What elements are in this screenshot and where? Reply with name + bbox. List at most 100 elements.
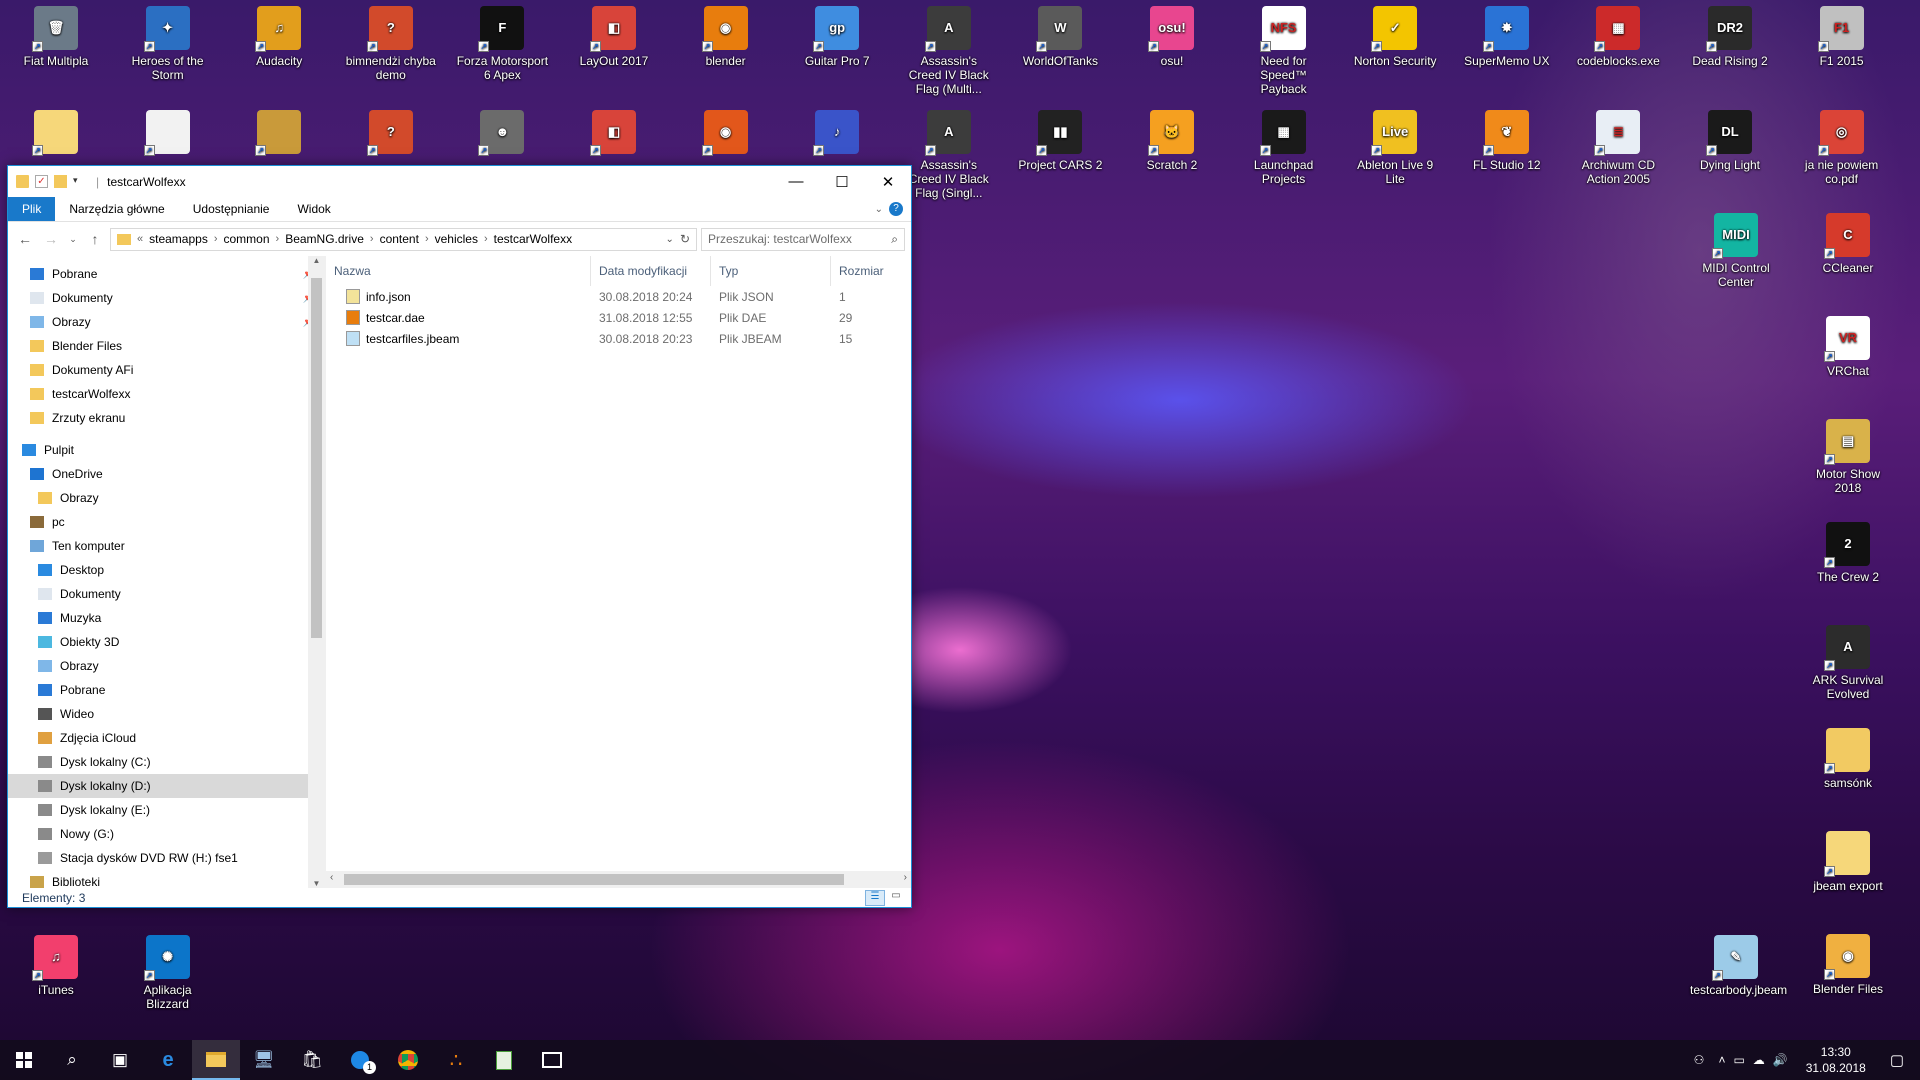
desktop-shortcut-scratch-2[interactable]: 🐱 ↗ Scratch 2 <box>1126 110 1218 172</box>
chevron-up-icon[interactable]: ˄ <box>1714 1053 1729 1067</box>
nav-item-dokumenty-afi[interactable]: Dokumenty AFi <box>8 358 325 382</box>
desktop-shortcut-project-cars-2[interactable]: ▮▮ ↗ Project CARS 2 <box>1014 110 1106 172</box>
desktop-shortcut-launchpad-projects[interactable]: ▦ ↗ Launchpad Projects <box>1238 110 1330 186</box>
file-row[interactable]: info.json 30.08.2018 20:24 Plik JSON 1 <box>326 286 911 307</box>
file-row[interactable]: testcarfiles.jbeam 30.08.2018 20:23 Plik J… <box>326 328 911 349</box>
nav-item-dysk-lokalny-e[interactable]: Dysk lokalny (E:) <box>8 798 325 822</box>
desktop-shortcut-blender-files[interactable]: ◉ ↗ Blender Files <box>1802 934 1894 996</box>
breadcrumb-steamapps[interactable]: steamapps <box>149 232 208 246</box>
scroll-down-icon[interactable]: ▼ <box>308 879 325 888</box>
file-explorer-window[interactable]: ✓ ▾ | testcarWolfexx — ☐ ✕ Plik Narzędzi… <box>7 165 912 908</box>
tab-file[interactable]: Plik <box>8 197 56 221</box>
task-view-button[interactable]: ▣ <box>96 1040 144 1080</box>
breadcrumb-content[interactable]: content <box>380 232 419 246</box>
horizontal-scrollbar[interactable]: ‹ › <box>326 871 911 888</box>
chevron-right-icon[interactable]: › <box>425 233 429 245</box>
desktop-shortcut-archiwum-cd-action-2005[interactable]: ≣ ↗ Archiwum CD Action 2005 <box>1572 110 1664 186</box>
refresh-icon[interactable]: ↻ <box>680 232 690 246</box>
nav-item-wideo[interactable]: Wideo <box>8 702 325 726</box>
maximize-button[interactable]: ☐ <box>819 166 865 197</box>
desktop-shortcut-ccleaner[interactable]: C ↗ CCleaner <box>1802 213 1894 275</box>
expand-ribbon-icon[interactable]: ⌄ <box>869 197 889 221</box>
desktop-shortcut-dead-rising-2[interactable]: DR2 ↗ Dead Rising 2 <box>1684 6 1776 68</box>
desktop-shortcut-item[interactable]: ↗ <box>10 110 102 158</box>
large-icons-view-icon[interactable]: ▭ <box>887 890 905 906</box>
desktop-shortcut-osu[interactable]: osu! ↗ osu! <box>1126 6 1218 68</box>
breadcrumb-testcarwolfexx[interactable]: testcarWolfexx <box>494 232 572 246</box>
scroll-right-icon[interactable]: › <box>904 872 907 883</box>
nav-item-blender-files[interactable]: Blender Files <box>8 334 325 358</box>
taskbar-file-explorer[interactable] <box>192 1040 240 1080</box>
nav-item-dokumenty[interactable]: Dokumenty📌 <box>8 286 325 310</box>
address-bar[interactable]: « steamapps › common › BeamNG.drive › conte… <box>110 227 697 251</box>
nav-item-stacja-dysk-w-dvd-rw-h-fse1[interactable]: Stacja dysków DVD RW (H:) fse1 <box>8 846 325 870</box>
nav-item-nowy-g[interactable]: Nowy (G:) <box>8 822 325 846</box>
minimize-button[interactable]: — <box>773 166 819 197</box>
desktop-shortcut-worldoftanks[interactable]: W ↗ WorldOfTanks <box>1014 6 1106 68</box>
desktop-shortcut-sams-nk[interactable]: ↗ samsónk <box>1802 728 1894 790</box>
nav-item-obrazy[interactable]: Obrazy📌 <box>8 310 325 334</box>
forward-button[interactable]: → <box>40 231 62 247</box>
nav-item-pc[interactable]: pc <box>8 510 325 534</box>
search-icon[interactable]: ⌕ <box>891 232 898 247</box>
desktop-shortcut-jbeam-export[interactable]: ↗ jbeam export <box>1802 831 1894 893</box>
desktop-shortcut-item[interactable]: ↗ <box>122 110 214 158</box>
desktop-shortcut-f1-2015[interactable]: F1 ↗ F1 2015 <box>1796 6 1888 68</box>
start-button[interactable] <box>0 1040 48 1080</box>
desktop-shortcut-midi-control-center[interactable]: MIDI ↗ MIDI Control Center <box>1690 213 1782 289</box>
desktop-shortcut-heroes-of-the-storm[interactable]: ✦ ↗ Heroes of the Storm <box>122 6 214 82</box>
desktop-shortcut-assassin-s-creed-iv-black-flag-multi[interactable]: A ↗ Assassin's Creed IV Black Flag (Multi.… <box>903 6 995 96</box>
desktop-shortcut-blender[interactable]: ◉ ↗ blender <box>680 6 772 68</box>
desktop-shortcut-fiat-multipla[interactable]: 🗑 ↗ Fiat Multipla <box>10 6 102 68</box>
file-list[interactable]: Nazwa Data modyfikacji Typ Rozmiar info.… <box>326 256 911 888</box>
desktop-shortcut-fl-studio-12[interactable]: ❦ ↗ FL Studio 12 <box>1461 110 1553 172</box>
clock[interactable]: 13:30 31.08.2018 <box>1792 1044 1880 1076</box>
title-bar[interactable]: ✓ ▾ | testcarWolfexx — ☐ ✕ <box>8 166 911 197</box>
scroll-left-icon[interactable]: ‹ <box>330 872 333 883</box>
nav-item-dysk-lokalny-d[interactable]: Dysk lokalny (D:) <box>8 774 325 798</box>
desktop-shortcut-aplikacja-blizzard[interactable]: ✺ ↗ Aplikacja Blizzard <box>122 935 214 1011</box>
desktop-shortcut-item[interactable]: ? ↗ <box>345 110 437 158</box>
taskbar-messenger[interactable]: 1 <box>336 1040 384 1080</box>
desktop-shortcut-ja-nie-powiem-co-pdf[interactable]: ◎ ↗ ja nie powiem co.pdf <box>1796 110 1888 186</box>
search-box[interactable]: Przeszukaj: testcarWolfexx ⌕ <box>701 227 905 251</box>
desktop-shortcut-item[interactable]: ♪ ↗ <box>791 110 883 158</box>
desktop-shortcut-need-for-speed-payback[interactable]: NFS ↗ Need for Speed™ Payback <box>1238 6 1330 96</box>
nav-item-zrzuty-ekranu[interactable]: Zrzuty ekranu <box>8 406 325 430</box>
file-row[interactable]: testcar.dae 31.08.2018 12:55 Plik DAE 29 <box>326 307 911 328</box>
desktop-shortcut-assassin-s-creed-iv-black-flag-singl[interactable]: A ↗ Assassin's Creed IV Black Flag (Singl.… <box>903 110 995 200</box>
chevron-right-icon[interactable]: › <box>214 233 218 245</box>
breadcrumb-vehicles[interactable]: vehicles <box>435 232 478 246</box>
desktop-shortcut-audacity[interactable]: ♫ ↗ Audacity <box>233 6 325 68</box>
breadcrumb-overflow[interactable]: « <box>137 233 143 245</box>
new-folder-icon[interactable] <box>54 175 67 188</box>
desktop-shortcut-layout-2017[interactable]: ◧ ↗ LayOut 2017 <box>568 6 660 68</box>
taskbar-chrome[interactable] <box>384 1040 432 1080</box>
desktop-shortcut-vrchat[interactable]: VR ↗ VRChat <box>1802 316 1894 378</box>
details-view-icon[interactable]: ☰ <box>865 890 885 906</box>
tab-view[interactable]: Widok <box>283 197 344 221</box>
breadcrumb-beamng[interactable]: BeamNG.drive <box>285 232 364 246</box>
scroll-up-icon[interactable]: ▲ <box>308 256 325 265</box>
nav-item-obrazy[interactable]: Obrazy <box>8 654 325 678</box>
breadcrumb-common[interactable]: common <box>224 232 270 246</box>
column-type[interactable]: Typ <box>711 256 831 286</box>
desktop-shortcut-itunes[interactable]: ♫ ↗ iTunes <box>10 935 102 997</box>
nav-item-dokumenty[interactable]: Dokumenty <box>8 582 325 606</box>
recent-locations-button[interactable]: ⌄ <box>66 234 80 245</box>
desktop-shortcut-norton-security[interactable]: ✓ ↗ Norton Security <box>1349 6 1441 68</box>
desktop-shortcut-item[interactable]: ◉ ↗ <box>680 110 772 158</box>
chevron-right-icon[interactable]: › <box>370 233 374 245</box>
nav-item-pobrane[interactable]: Pobrane <box>8 678 325 702</box>
people-icon[interactable]: ⚇ <box>1684 1053 1715 1067</box>
column-name[interactable]: Nazwa <box>326 256 591 286</box>
column-date[interactable]: Data modyfikacji <box>591 256 711 286</box>
nav-item-obiekty-3d[interactable]: Obiekty 3D <box>8 630 325 654</box>
taskbar-notepad[interactable] <box>480 1040 528 1080</box>
desktop-shortcut-codeblocks-exe[interactable]: ▦ ↗ codeblocks.exe <box>1572 6 1664 68</box>
customize-toolbar-icon[interactable]: ▾ <box>73 175 86 188</box>
taskbar-edge[interactable]: e <box>144 1040 192 1080</box>
desktop-shortcut-item[interactable]: ◧ ↗ <box>568 110 660 158</box>
chevron-right-icon[interactable]: › <box>484 233 488 245</box>
desktop-shortcut-the-crew-2[interactable]: 2 ↗ The Crew 2 <box>1802 522 1894 584</box>
